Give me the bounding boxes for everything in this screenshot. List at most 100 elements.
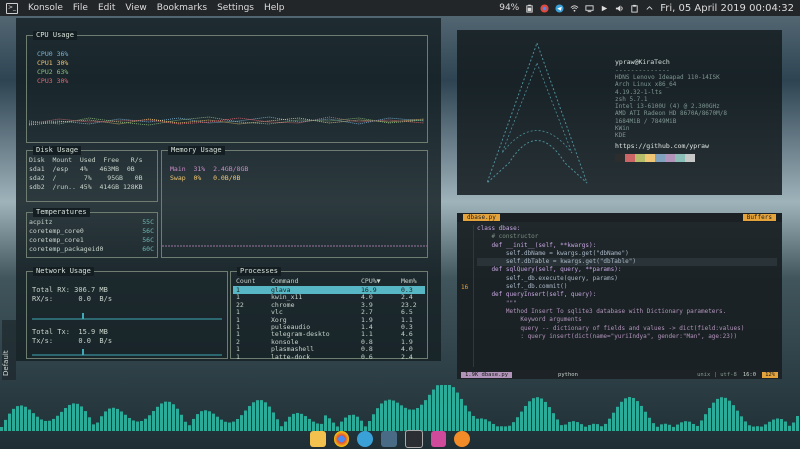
visualizer-bar (152, 410, 155, 431)
visualizer-bar (600, 426, 603, 431)
clock[interactable]: Fri, 05 April 2019 00:04:32 (660, 3, 794, 14)
profile-tab-text: Default (2, 350, 10, 376)
visualizer-bar (556, 419, 559, 431)
menu-help[interactable]: Help (264, 3, 285, 13)
neofetch-url: https://github.com/ypraw (615, 142, 709, 150)
network-icon[interactable] (570, 4, 579, 13)
menu-view[interactable]: View (125, 3, 146, 13)
visualizer-bar (724, 397, 727, 431)
visualizer-bar (124, 414, 127, 431)
visualizer-bar (768, 421, 771, 431)
visualizer-bar (268, 406, 271, 431)
neofetch-panel[interactable]: ypraw@KiraTech -------------- HDNS Lenov… (457, 30, 782, 195)
temp-value: 60C (142, 245, 154, 253)
visualizer-bar (700, 420, 703, 431)
expand-tray-icon[interactable] (645, 4, 654, 13)
cpu3-row: CPU3 30% (37, 77, 68, 85)
temp-value: 56C (142, 227, 154, 235)
visualizer-bar (660, 424, 663, 431)
temp-row: coretemp_core0 56C (29, 227, 154, 235)
visualizer-bar (32, 413, 35, 431)
color-swatch (675, 154, 685, 162)
visualizer-bar (212, 413, 215, 431)
code-area[interactable]: class dbase: # constructor def __init__(… (477, 225, 777, 341)
cpu2-value: 63% (56, 68, 69, 76)
visualizer-bar (560, 425, 563, 431)
menu-bookmarks[interactable]: Bookmarks (157, 3, 207, 13)
code-line: Keyword arguments (477, 316, 582, 324)
menu-file[interactable]: File (73, 3, 88, 13)
visualizer-bar (488, 421, 491, 431)
code-editor[interactable]: dbase.py Buffers 16 class dbase: # const… (457, 213, 782, 379)
code-line: """ (477, 299, 517, 307)
code-line: def __init__(self, **kwargs): (477, 241, 597, 249)
visualizer-bar (80, 406, 83, 431)
visualizer-bar (400, 405, 403, 431)
neofetch-info-line: KWin (615, 125, 630, 133)
visualizer-bar (4, 419, 7, 431)
code-line: # constructor (477, 233, 539, 241)
visualizer-bar (512, 422, 515, 431)
folder-icon[interactable] (309, 431, 326, 447)
process-header[interactable]: Count Command CPU%▼ Mem% (233, 277, 425, 285)
menu-settings[interactable]: Settings (217, 3, 254, 13)
disk-cell: 4% (79, 165, 88, 173)
visualizer-bar (684, 421, 687, 431)
editor-file-tab[interactable]: dbase.py (463, 214, 500, 221)
visualizer-bar (528, 401, 531, 431)
visualizer-bar (620, 401, 623, 431)
visualizer-bar (20, 405, 23, 431)
neofetch-info-line: zsh 5.7.1 (615, 95, 648, 103)
media-icon[interactable] (600, 4, 609, 13)
visualizer-bar (280, 426, 283, 431)
visualizer-bar (64, 408, 67, 431)
process-cell: 2.4 (401, 352, 413, 361)
files-icon[interactable] (381, 431, 397, 447)
terminal-icon[interactable] (404, 430, 423, 448)
disk-cell: sdb2 (29, 183, 45, 191)
code-line: query -- dictionary of fields and values… (477, 324, 745, 332)
telegram-icon[interactable] (357, 431, 374, 447)
clipboard-icon[interactable] (630, 4, 639, 13)
profile-tab-label[interactable]: Default (2, 320, 16, 380)
neofetch-info-line: KDE (615, 132, 626, 140)
volume-icon[interactable] (615, 4, 624, 13)
visualizer-bar (416, 408, 419, 431)
menu-edit[interactable]: Edit (98, 3, 115, 13)
visualizer-bar (200, 411, 203, 431)
visualizer-bar (496, 426, 499, 431)
color-swatch (665, 154, 675, 162)
vlc-icon[interactable] (454, 431, 471, 447)
media-player-icon[interactable] (430, 431, 447, 447)
visualizer-bar (300, 413, 303, 431)
process-row[interactable]: 1 latte-dock 0.6 2.4 (233, 353, 425, 361)
display-icon[interactable] (585, 4, 594, 13)
neofetch-info-line: Arch Linux x86_64 (615, 81, 677, 89)
visualizer-bar (424, 400, 427, 431)
chrome-tray-icon[interactable] (540, 3, 549, 13)
neofetch-info-line: 4.19.32-1-lts (615, 88, 662, 96)
disk-cell: /run.. (52, 183, 76, 191)
neofetch-info-line: AMD ATI Radeon HD 8670A/8670M/8 (615, 110, 727, 118)
processes-panel: Processes Count Command CPU%▼ Mem% 1 glava 16.… (230, 267, 428, 361)
visualizer-bar (48, 420, 51, 431)
system-monitor-terminal[interactable]: CPU Usage CPU0 36% CPU1 30% CPU2 63% CPU… (16, 18, 441, 361)
disk-cell: sda1 (29, 165, 45, 173)
visualizer-bar (728, 400, 731, 431)
visualizer-bar (140, 420, 143, 431)
disk-cell: 414GB (99, 183, 120, 191)
battery-icon[interactable] (525, 4, 534, 13)
total-tx: Total Tx: 15.9 MB (32, 328, 108, 336)
visualizer-bar (760, 426, 763, 431)
buffers-tab[interactable]: Buffers (742, 214, 776, 221)
cpu-usage-title: CPU Usage (33, 31, 77, 40)
cpu0-row: CPU0 36% (37, 50, 68, 58)
visualizer-bar (504, 426, 507, 431)
telegram-tray-icon[interactable] (555, 3, 564, 13)
visualizer-bar (636, 401, 639, 431)
memory-usage-panel: Memory Usage Main 31% 2.4GB/8GB Swap 0% … (161, 146, 428, 258)
process-header-cell: CPU%▼ (361, 277, 381, 285)
visualizer-bar (784, 421, 787, 431)
visualizer-bar (244, 410, 247, 431)
chrome-icon[interactable] (333, 431, 350, 447)
